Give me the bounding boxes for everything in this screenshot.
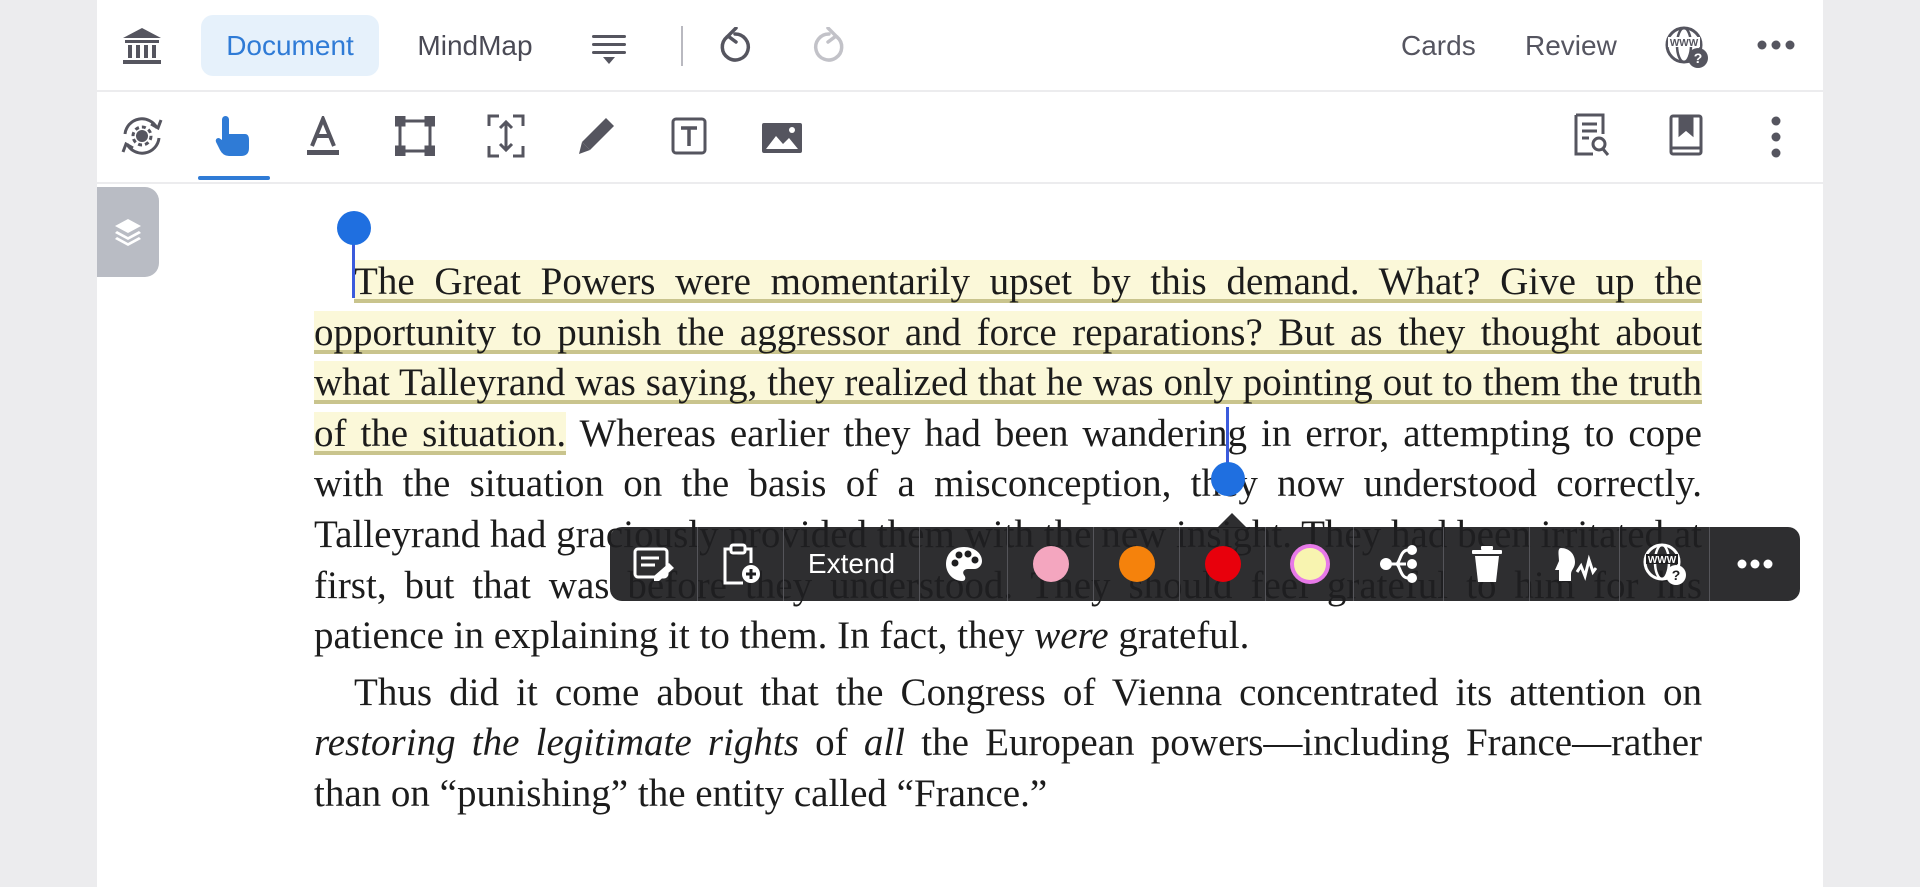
- swatch-yellow-button[interactable]: [1266, 527, 1354, 601]
- svg-text:?: ?: [1671, 567, 1680, 583]
- extend-label: Extend: [807, 548, 896, 579]
- toolbar-divider: [681, 26, 683, 66]
- redo-icon[interactable]: [811, 27, 847, 65]
- italic-text: were: [1034, 614, 1109, 658]
- crop-expand-icon[interactable]: [485, 112, 527, 160]
- paragraph-text: grateful.: [1108, 614, 1250, 658]
- pink-swatch: [1032, 546, 1069, 582]
- trash-icon: [1471, 545, 1503, 583]
- outline-menu-icon[interactable]: [591, 33, 627, 65]
- orange-swatch: [1118, 546, 1155, 582]
- cards-link[interactable]: Cards: [1401, 25, 1476, 67]
- extend-button[interactable]: Extend: [784, 527, 920, 601]
- layers-panel-toggle[interactable]: [97, 187, 159, 277]
- mindmap-branch-button[interactable]: [1354, 527, 1444, 601]
- image-icon[interactable]: [761, 122, 803, 154]
- red-swatch: [1204, 546, 1241, 582]
- tab-mindmap[interactable]: MindMap: [390, 15, 560, 76]
- web-lookup-icon: WWW?: [1642, 542, 1688, 586]
- selection-start-handle[interactable]: [337, 211, 371, 245]
- paragraph-1: The Great Powers were momentarily upset …: [314, 257, 1702, 662]
- svg-text:WWW: WWW: [1670, 38, 1699, 49]
- mindmap-branch-icon: [1378, 544, 1420, 584]
- paragraph-text: of: [798, 721, 864, 765]
- active-tool-indicator: [198, 176, 270, 180]
- speak-button[interactable]: [1530, 527, 1620, 601]
- annotation-toolbar: [97, 92, 1823, 184]
- review-link[interactable]: Review: [1525, 25, 1617, 67]
- more-vertical-icon[interactable]: [1771, 116, 1781, 158]
- italic-text: all: [863, 721, 906, 765]
- web-lookup-button[interactable]: WWW?: [1620, 527, 1710, 601]
- edit-note-icon: [633, 545, 675, 583]
- pencil-icon[interactable]: [578, 116, 616, 156]
- palette-icon: [944, 545, 984, 583]
- svg-text:?: ?: [1694, 50, 1703, 66]
- swatch-red-button[interactable]: [1180, 527, 1266, 601]
- bookmark-icon[interactable]: [1669, 114, 1703, 156]
- more-horizontal-icon[interactable]: [1757, 40, 1795, 50]
- edit-note-button[interactable]: [610, 527, 698, 601]
- selection-popup-menu: Extend WWW ?: [610, 527, 1800, 601]
- text-box-icon[interactable]: [671, 117, 707, 155]
- text-highlight-icon[interactable]: [307, 116, 339, 158]
- swatch-pink-button[interactable]: [1008, 527, 1094, 601]
- layers-icon: [113, 217, 143, 247]
- svg-text:WWW: WWW: [1647, 555, 1676, 566]
- hand-select-icon[interactable]: [215, 114, 251, 158]
- library-icon[interactable]: [121, 26, 163, 66]
- top-bar: Document MindMap Cards Review WWW?: [97, 0, 1823, 92]
- more-options-button[interactable]: [1710, 527, 1800, 601]
- paragraph-2: Thus did it come about that the Congress…: [314, 668, 1702, 820]
- search-document-icon[interactable]: [1573, 112, 1611, 158]
- tab-document[interactable]: Document: [201, 15, 379, 76]
- more-horizontal-icon: [1737, 559, 1773, 569]
- add-clipboard-icon: [721, 543, 761, 585]
- undo-icon[interactable]: [717, 27, 753, 65]
- popup-pointer: [1217, 513, 1247, 528]
- rectangle-select-icon[interactable]: [395, 116, 435, 156]
- paragraph-text: Thus did it come about that the Congress…: [354, 670, 1702, 714]
- web-lookup-icon[interactable]: WWW?: [1664, 25, 1710, 69]
- color-palette-button[interactable]: [920, 527, 1008, 601]
- yellow-swatch-selected: [1293, 548, 1326, 580]
- voice-icon: [1553, 544, 1597, 584]
- auto-sync-icon[interactable]: [117, 112, 167, 160]
- italic-text: restoring the legitimate rights: [314, 721, 799, 765]
- selection-end-handle[interactable]: [1211, 462, 1245, 496]
- swatch-orange-button[interactable]: [1094, 527, 1180, 601]
- delete-button[interactable]: [1444, 527, 1530, 601]
- app-window: Document MindMap Cards Review WWW? The G…: [97, 0, 1823, 887]
- add-to-clipboard-button[interactable]: [698, 527, 784, 601]
